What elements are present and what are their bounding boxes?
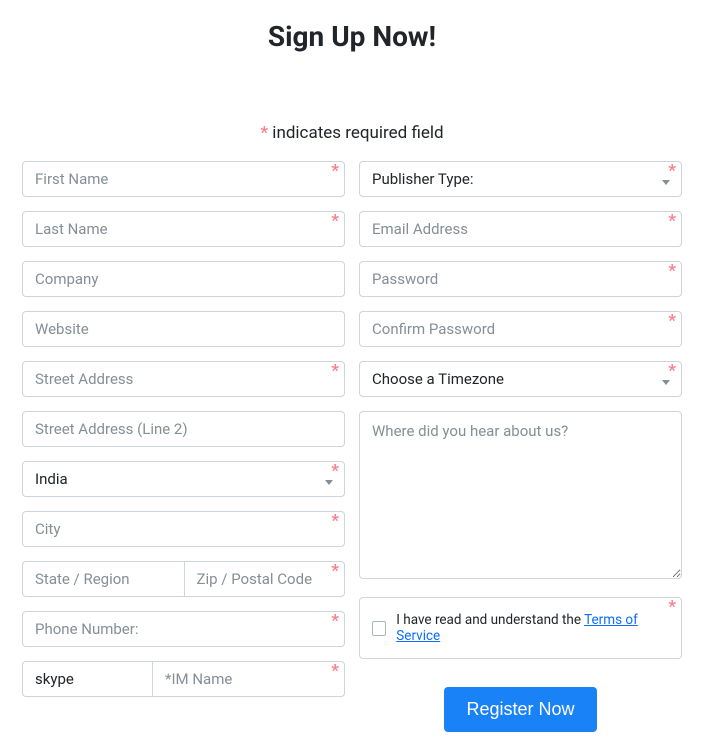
password-wrap: * xyxy=(359,261,682,297)
street-address-2-input[interactable] xyxy=(22,411,345,447)
country-select[interactable]: India xyxy=(22,461,345,497)
publisher-type-select[interactable]: Publisher Type: xyxy=(359,161,682,197)
email-input[interactable] xyxy=(359,211,682,247)
register-row: Register Now xyxy=(359,687,682,732)
first-name-wrap: * xyxy=(22,161,345,197)
company-input[interactable] xyxy=(22,261,345,297)
im-name-wrap: * xyxy=(152,661,345,697)
page-title: Sign Up Now! xyxy=(10,20,694,53)
zip-wrap: * xyxy=(184,561,346,597)
im-type-wrap: skype xyxy=(22,661,152,697)
im-name-input[interactable] xyxy=(152,661,345,697)
first-name-input[interactable] xyxy=(22,161,345,197)
last-name-wrap: * xyxy=(22,211,345,247)
website-input[interactable] xyxy=(22,311,345,347)
timezone-select[interactable]: Choose a Timezone xyxy=(359,361,682,397)
hear-about-wrap xyxy=(359,411,682,583)
city-input[interactable] xyxy=(22,511,345,547)
last-name-input[interactable] xyxy=(22,211,345,247)
left-column: * * * India * * xyxy=(22,161,345,732)
phone-input[interactable] xyxy=(22,611,345,647)
hear-about-textarea[interactable] xyxy=(359,411,682,579)
zip-input[interactable] xyxy=(184,561,346,597)
confirm-password-wrap: * xyxy=(359,311,682,347)
street-address-input[interactable] xyxy=(22,361,345,397)
asterisk-icon: * xyxy=(260,123,268,143)
tos-box: I have read and understand the Terms of … xyxy=(359,597,682,659)
tos-wrap: I have read and understand the Terms of … xyxy=(359,597,682,659)
tos-label: I have read and understand the Terms of … xyxy=(396,612,669,644)
required-note-text: indicates required field xyxy=(268,123,444,143)
email-wrap: * xyxy=(359,211,682,247)
required-field-note: * indicates required field xyxy=(10,123,694,143)
password-input[interactable] xyxy=(359,261,682,297)
state-input[interactable] xyxy=(22,561,184,597)
phone-wrap: * xyxy=(22,611,345,647)
publisher-type-wrap: Publisher Type: * xyxy=(359,161,682,197)
state-zip-row: * xyxy=(22,561,345,597)
state-wrap xyxy=(22,561,184,597)
im-row: skype * xyxy=(22,661,345,697)
tos-checkbox[interactable] xyxy=(372,621,386,636)
right-column: Publisher Type: * * * * Choose a Timezon… xyxy=(359,161,682,732)
country-wrap: India * xyxy=(22,461,345,497)
register-button[interactable]: Register Now xyxy=(444,687,596,732)
street1-wrap: * xyxy=(22,361,345,397)
timezone-wrap: Choose a Timezone * xyxy=(359,361,682,397)
tos-text: I have read and understand the xyxy=(396,612,584,628)
im-type-select[interactable]: skype xyxy=(22,661,152,697)
street2-wrap xyxy=(22,411,345,447)
website-wrap xyxy=(22,311,345,347)
confirm-password-input[interactable] xyxy=(359,311,682,347)
company-wrap xyxy=(22,261,345,297)
city-wrap: * xyxy=(22,511,345,547)
